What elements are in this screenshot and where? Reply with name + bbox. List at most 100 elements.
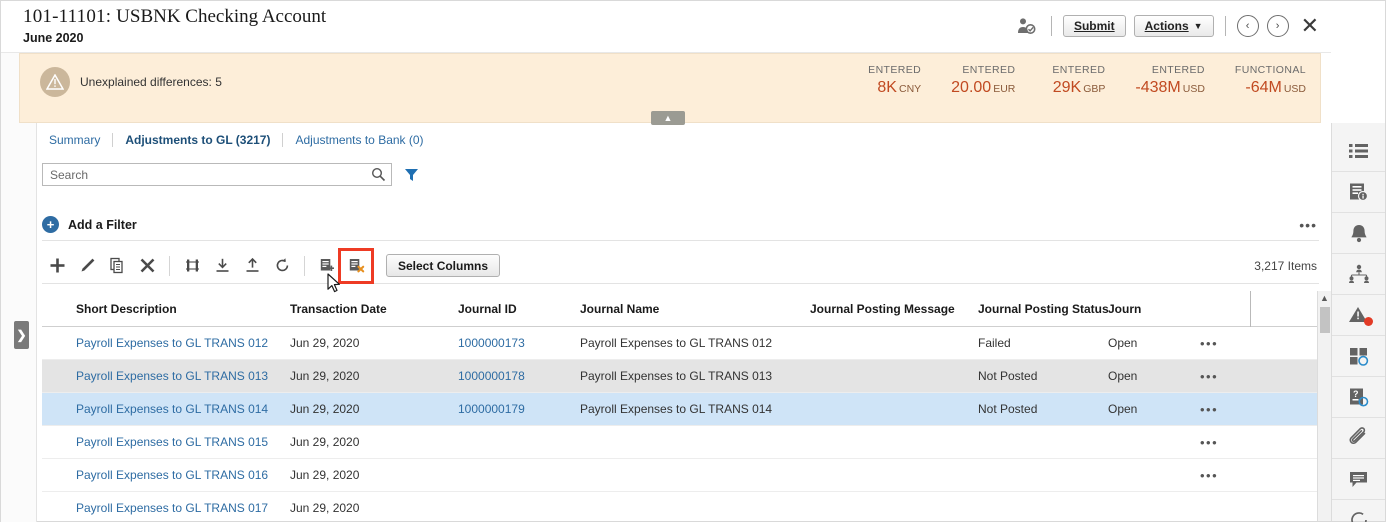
delete-x-icon[interactable]: [132, 253, 162, 279]
org-hierarchy-icon[interactable]: [1332, 254, 1385, 295]
cell-short-description[interactable]: Payroll Expenses to GL TRANS 014: [42, 402, 290, 416]
column-header-short-description[interactable]: Short Description: [42, 302, 290, 316]
tab-adjustments-to-bank[interactable]: Adjustments to Bank (0): [283, 133, 435, 147]
close-icon: ✕: [1301, 13, 1319, 38]
search-box[interactable]: [42, 163, 392, 186]
metric-label: ENTERED: [951, 64, 1015, 76]
clear-layout-icon[interactable]: [342, 252, 370, 280]
cell-transaction-date: Jun 29, 2020: [290, 336, 458, 350]
close-button[interactable]: ✕: [1297, 15, 1323, 37]
refresh-icon[interactable]: [267, 253, 297, 279]
row-overflow-menu[interactable]: •••: [1186, 402, 1256, 417]
grid-vertical-scrollbar[interactable]: ▲: [1317, 291, 1331, 521]
metric-label: ENTERED: [1045, 64, 1105, 76]
question-help-icon[interactable]: ?: [1332, 377, 1385, 418]
add-filter-label[interactable]: Add a Filter: [68, 218, 137, 232]
comment-bubble-icon[interactable]: [1332, 459, 1385, 500]
column-header-journal-posting-message[interactable]: Journal Posting Message: [810, 302, 978, 316]
collapse-banner-button[interactable]: ▲: [651, 111, 685, 125]
cell-short-description[interactable]: Payroll Expenses to GL TRANS 012: [42, 336, 290, 350]
actions-menu-button[interactable]: Actions ▼: [1134, 15, 1214, 37]
bell-alert-icon[interactable]: [1332, 213, 1385, 254]
search-icon[interactable]: [371, 167, 386, 182]
cell-short-description[interactable]: Payroll Expenses to GL TRANS 016: [42, 468, 290, 482]
toolbar-divider-2: [304, 256, 305, 276]
header-column-divider: [1250, 291, 1251, 327]
metric-currency: EUR: [993, 83, 1015, 95]
history-clock-icon[interactable]: [1332, 500, 1385, 522]
filter-overflow-menu[interactable]: •••: [1299, 217, 1317, 233]
plus-circle-icon[interactable]: +: [42, 216, 59, 233]
cell-short-description[interactable]: Payroll Expenses to GL TRANS 013: [42, 369, 290, 383]
alert-badge: [1364, 317, 1373, 326]
column-header-journal-type[interactable]: Journ: [1108, 302, 1186, 316]
scrollbar-thumb[interactable]: [1320, 307, 1330, 333]
save-layout-icon[interactable]: [312, 253, 342, 279]
column-header-journal-name[interactable]: Journal Name: [580, 302, 810, 316]
chevron-right-icon: ›: [1276, 20, 1280, 32]
toolbar-divider-1: [169, 256, 170, 276]
list-view-icon[interactable]: [1332, 131, 1385, 172]
cell-journal-type: Open: [1108, 402, 1186, 416]
header-actions: Submit Actions ▼ ‹ › ✕: [1014, 13, 1323, 39]
cell-short-description[interactable]: Payroll Expenses to GL TRANS 015: [42, 435, 290, 449]
cell-journal-type: Open: [1108, 369, 1186, 383]
row-overflow-menu[interactable]: •••: [1186, 468, 1256, 483]
scroll-up-arrow-icon[interactable]: ▲: [1318, 291, 1331, 305]
table-row[interactable]: Payroll Expenses to GL TRANS 013 Jun 29,…: [42, 360, 1319, 393]
document-info-icon[interactable]: [1332, 172, 1385, 213]
row-overflow-menu[interactable]: •••: [1186, 369, 1256, 384]
metric-value: -64M: [1245, 79, 1281, 96]
search-input[interactable]: [43, 164, 391, 185]
next-record-button[interactable]: ›: [1267, 15, 1289, 37]
edit-pencil-icon[interactable]: [72, 253, 102, 279]
tab-summary[interactable]: Summary: [37, 133, 112, 147]
metric-value: 20.00: [951, 79, 991, 96]
metric-currency: USD: [1183, 83, 1205, 95]
unexplained-differences-group: Unexplained differences: 5: [40, 67, 222, 97]
cell-transaction-date: Jun 29, 2020: [290, 435, 458, 449]
warning-triangle-icon: [40, 67, 70, 97]
split-columns-icon[interactable]: [177, 253, 207, 279]
table-row[interactable]: Payroll Expenses to GL TRANS 015 Jun 29,…: [42, 426, 1319, 459]
row-overflow-menu[interactable]: •••: [1186, 435, 1256, 450]
expand-left-panel-button[interactable]: ❯: [14, 321, 29, 349]
cell-journal-id[interactable]: 1000000178: [458, 369, 580, 383]
search-row: [42, 163, 419, 186]
table-row[interactable]: Payroll Expenses to GL TRANS 017 Jun 29,…: [42, 492, 1319, 521]
cell-journal-id[interactable]: 1000000173: [458, 336, 580, 350]
metric-value: 29K: [1053, 79, 1081, 96]
svg-text:?: ?: [1353, 389, 1359, 399]
select-columns-button[interactable]: Select Columns: [386, 254, 500, 277]
banner-metrics: ENTERED 8KCNY ENTERED 20.00EUR ENTERED 2…: [861, 64, 1306, 97]
cell-transaction-date: Jun 29, 2020: [290, 402, 458, 416]
download-icon[interactable]: [207, 253, 237, 279]
funnel-filter-icon[interactable]: [404, 167, 419, 182]
warning-alert-icon[interactable]: [1332, 295, 1385, 336]
add-icon[interactable]: [42, 253, 72, 279]
row-overflow-menu[interactable]: •••: [1186, 336, 1256, 351]
duplicate-icon[interactable]: [102, 253, 132, 279]
previous-record-button[interactable]: ‹: [1237, 15, 1259, 37]
column-header-journal-posting-status[interactable]: Journal Posting Status: [978, 302, 1108, 316]
metric-value: 8K: [877, 79, 897, 96]
column-header-transaction-date[interactable]: Transaction Date: [290, 302, 458, 316]
cell-journal-id[interactable]: 1000000179: [458, 402, 580, 416]
table-row[interactable]: Payroll Expenses to GL TRANS 014 Jun 29,…: [42, 393, 1319, 426]
submit-button-label: Submit: [1074, 19, 1115, 33]
metric-entered-cny: ENTERED 8KCNY: [861, 64, 921, 97]
table-row[interactable]: Payroll Expenses to GL TRANS 016 Jun 29,…: [42, 459, 1319, 492]
right-rail-cap: [1331, 123, 1385, 131]
cell-short-description[interactable]: Payroll Expenses to GL TRANS 017: [42, 501, 290, 515]
submit-button[interactable]: Submit: [1063, 15, 1126, 37]
column-header-journal-id[interactable]: Journal ID: [458, 302, 580, 316]
chevron-right-icon: ❯: [16, 328, 26, 342]
attachment-paperclip-icon[interactable]: [1332, 418, 1385, 459]
table-row[interactable]: Payroll Expenses to GL TRANS 012 Jun 29,…: [42, 327, 1319, 360]
dashboard-tiles-icon[interactable]: [1332, 336, 1385, 377]
upload-icon[interactable]: [237, 253, 267, 279]
metric-entered-eur: ENTERED 20.00EUR: [951, 64, 1015, 97]
tab-adjustments-to-gl[interactable]: Adjustments to GL (3217): [113, 133, 282, 147]
assignee-icon[interactable]: [1014, 13, 1040, 39]
metric-functional-usd: FUNCTIONAL -64MUSD: [1235, 64, 1306, 97]
